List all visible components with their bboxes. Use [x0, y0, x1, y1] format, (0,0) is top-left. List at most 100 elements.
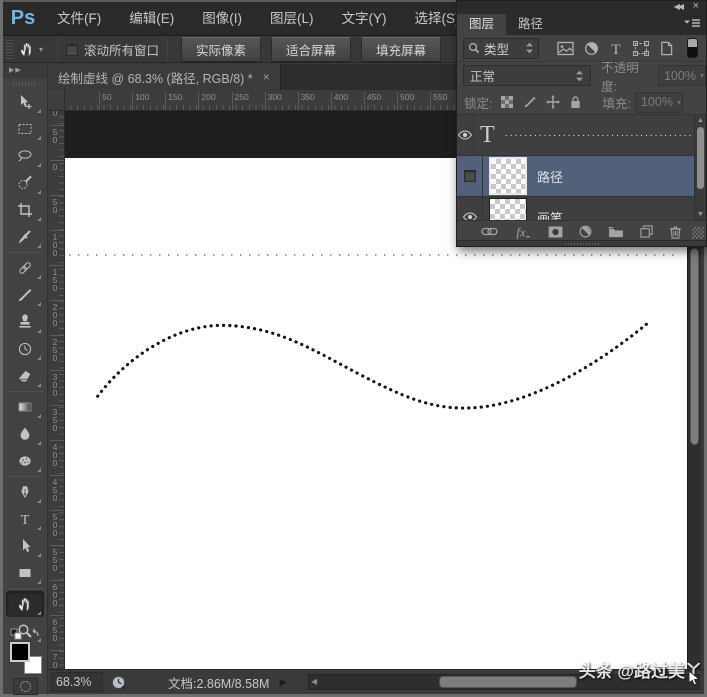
tool-brush[interactable]: [6, 282, 44, 308]
panel-button-row: fx: [457, 220, 706, 242]
quick-mask-button[interactable]: [13, 678, 38, 695]
options-button-0[interactable]: 实际像素: [181, 37, 262, 62]
visibility-toggle[interactable]: [457, 115, 474, 155]
horizontal-scrollbar-thumb[interactable]: [439, 676, 577, 688]
group-button[interactable]: [608, 226, 624, 238]
options-button-2[interactable]: 填充屏幕: [361, 37, 442, 62]
menu-item-2[interactable]: 图像(I): [188, 2, 256, 35]
chevron-down-icon[interactable]: ▾: [700, 71, 704, 80]
vertical-scrollbar-thumb[interactable]: [690, 248, 699, 445]
tool-quick-selection[interactable]: [6, 170, 44, 196]
scroll-all-windows-checkbox[interactable]: [66, 43, 79, 56]
adjustment-filter-icon[interactable]: [584, 41, 599, 56]
text-layer-thumbnail[interactable]: T: [480, 122, 495, 149]
type-filter-icon[interactable]: T: [609, 41, 623, 56]
visibility-toggle[interactable]: [457, 197, 483, 220]
shape-filter-icon[interactable]: [633, 40, 649, 56]
menu-item-4[interactable]: 文字(Y): [328, 2, 401, 35]
layer-list-scrollbar[interactable]: ▲ ▼: [694, 115, 706, 220]
tool-hand[interactable]: [6, 591, 44, 617]
panel-tab-1[interactable]: 路径: [506, 14, 555, 35]
layer-name[interactable]: 路径: [537, 167, 563, 186]
panel-bottom-edge[interactable]: [457, 240, 706, 246]
link-button[interactable]: [481, 226, 498, 237]
menu-item-3[interactable]: 图层(L): [256, 2, 328, 35]
panel-tab-0[interactable]: 图层: [457, 14, 507, 35]
panel-menu-icon[interactable]: [684, 19, 700, 28]
collapse-panel-icon[interactable]: ◀◀: [674, 2, 684, 11]
layer-row-2[interactable]: 画笔: [457, 197, 694, 220]
lock-all-icon[interactable]: [569, 95, 582, 109]
panel-resize-grip[interactable]: [692, 227, 704, 239]
tool-clone-stamp[interactable]: [6, 309, 44, 335]
svg-text:T: T: [611, 42, 620, 56]
new-layer-button[interactable]: [640, 225, 653, 238]
toolbar-grip[interactable]: [13, 80, 37, 88]
scroll-left-arrow-icon[interactable]: ◀: [311, 677, 317, 686]
toolbar-divider: [7, 588, 43, 589]
fx-button[interactable]: fx: [514, 225, 532, 239]
tool-lasso[interactable]: [6, 143, 44, 169]
options-button-1[interactable]: 适合屏幕: [271, 37, 352, 62]
lock-pixels-icon[interactable]: [523, 95, 537, 109]
layer-row-1[interactable]: 路径: [457, 156, 694, 197]
swap-colors-icon[interactable]: [9, 628, 43, 642]
mask-button[interactable]: [548, 225, 563, 238]
chevron-down-icon[interactable]: ▾: [677, 98, 681, 107]
panel-title-bar[interactable]: ◀◀ ×: [457, 0, 706, 14]
filter-kind-dropdown[interactable]: 类型: [463, 37, 539, 59]
opacity-field[interactable]: 100% ▾: [658, 65, 706, 86]
layer-name[interactable]: ········································…: [505, 130, 694, 141]
image-filter-icon[interactable]: [557, 41, 574, 56]
tool-eraser[interactable]: [6, 363, 44, 389]
toolbar-expand-icon[interactable]: ▶▶: [3, 64, 47, 78]
menu-item-1[interactable]: 编辑(E): [115, 2, 188, 35]
trash-button[interactable]: [669, 225, 682, 239]
tool-eyedropper[interactable]: [6, 224, 44, 250]
layer-list-scrollbar-thumb[interactable]: [697, 127, 704, 189]
tool-rectangular-marquee[interactable]: [6, 116, 44, 142]
foreground-color-swatch[interactable]: [10, 642, 30, 662]
ruler-corner[interactable]: [48, 90, 65, 111]
zoom-level-field[interactable]: 68.3%: [51, 672, 103, 692]
chevron-down-icon[interactable]: ▾: [39, 45, 43, 54]
photoshop-window: Ps 文件(F)编辑(E)图像(I)图层(L)文字(Y)选择(S)滤镜(T)3D…: [0, 0, 707, 697]
blend-mode-dropdown[interactable]: 正常: [463, 65, 592, 86]
close-icon[interactable]: ×: [693, 0, 699, 12]
smart-object-filter-icon[interactable]: [659, 41, 674, 56]
lock-position-icon[interactable]: [546, 95, 561, 109]
document-tab[interactable]: 绘制虚线 @ 68.3% (路径, RGB/8) * ×: [48, 64, 281, 90]
layer-thumbnail[interactable]: [489, 198, 527, 220]
vruler-label-150: 150: [50, 265, 64, 291]
tool-move[interactable]: [6, 89, 44, 115]
tool-path-selection[interactable]: [6, 533, 44, 559]
tool-pen[interactable]: [6, 479, 44, 505]
close-icon[interactable]: ×: [263, 70, 270, 84]
menu-item-0[interactable]: 文件(F): [43, 2, 115, 35]
layer-thumbnail[interactable]: [489, 157, 527, 195]
tool-crop[interactable]: [6, 197, 44, 223]
vertical-ruler[interactable]: 1005005010015020025030035040045050055060…: [48, 111, 65, 669]
tool-blur[interactable]: [6, 421, 44, 447]
adjustment-circle-button[interactable]: [579, 225, 592, 238]
fill-field[interactable]: 100% ▾: [634, 91, 683, 113]
scroll-all-windows-option[interactable]: 滚动所有窗口: [66, 40, 159, 59]
tool-sponge[interactable]: [6, 448, 44, 474]
layer-row-0[interactable]: T ·······································…: [457, 115, 694, 156]
scroll-up-icon[interactable]: ▲: [695, 117, 706, 124]
tool-spot-healing[interactable]: [6, 255, 44, 281]
status-popup-arrow-icon[interactable]: ▶: [279, 677, 287, 688]
lock-transparency-icon[interactable]: [500, 95, 514, 109]
filter-toggle-switch[interactable]: [687, 38, 698, 58]
scroll-down-icon[interactable]: ▼: [695, 211, 706, 218]
hruler-label-250: 250: [231, 92, 249, 110]
tool-gradient[interactable]: [6, 394, 44, 420]
tool-rectangle[interactable]: [6, 560, 44, 586]
options-grip[interactable]: [6, 39, 13, 60]
tool-history-brush[interactable]: [6, 336, 44, 362]
tool-preset-hand[interactable]: ▾: [13, 41, 49, 58]
visibility-toggle[interactable]: [457, 156, 483, 196]
tool-type[interactable]: T: [6, 506, 44, 532]
divider: [57, 38, 59, 61]
layer-name[interactable]: 画笔: [537, 208, 563, 221]
